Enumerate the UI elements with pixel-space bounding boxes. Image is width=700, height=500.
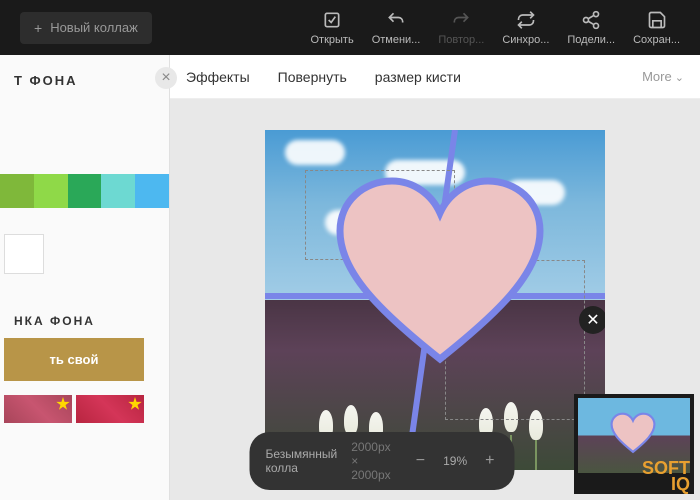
zoom-out-button[interactable]: − [412, 452, 429, 470]
canvas-dimensions: 2000px × 2000px [351, 440, 398, 482]
top-actions-group: Открыть Отмени... Повтор... Синхро... По… [310, 10, 680, 46]
minimap-heart-icon [609, 412, 657, 454]
zoom-level: 19% [443, 454, 467, 468]
save-icon [647, 10, 667, 30]
close-icon: ✕ [586, 310, 599, 330]
new-collage-label: Новый коллаж [50, 20, 138, 35]
close-icon: × [161, 69, 170, 87]
color-swatch[interactable] [0, 174, 34, 208]
color-swatch[interactable] [68, 174, 102, 208]
top-toolbar: + Новый коллаж Открыть Отмени... Повтор.… [0, 0, 700, 55]
share-button[interactable]: Подели... [567, 10, 615, 46]
color-swatch[interactable] [101, 174, 135, 208]
watermark: SOFT IQ [642, 461, 690, 492]
save-button[interactable]: Сохран... [633, 10, 680, 46]
undo-icon [386, 10, 406, 30]
plus-icon: + [34, 20, 42, 36]
open-button[interactable]: Открыть [310, 10, 353, 46]
texture-list [0, 381, 169, 437]
upload-own-button[interactable]: ть свой [4, 338, 144, 381]
color-swatch-white[interactable] [4, 234, 44, 274]
delete-cell-button[interactable]: ✕ [579, 306, 605, 334]
more-dropdown[interactable]: More [642, 69, 684, 84]
color-swatch[interactable] [34, 174, 68, 208]
texture-swatch[interactable] [4, 395, 72, 423]
new-collage-button[interactable]: + Новый коллаж [20, 12, 152, 44]
minimap[interactable]: SOFT IQ [574, 394, 694, 494]
premium-badge-icon [128, 397, 142, 411]
collage-canvas[interactable]: ✕ [265, 130, 605, 470]
texture-swatch[interactable] [76, 395, 144, 423]
color-swatches [0, 168, 169, 214]
rotate-tool[interactable]: Повернуть [278, 69, 347, 85]
main-area: Т ФОНА × НКА ФОНА ть свой Эффекты [0, 55, 700, 500]
sidebar-panel: Т ФОНА × НКА ФОНА ть свой [0, 55, 170, 500]
sync-icon [516, 10, 536, 30]
document-title: Безымянный колла [266, 447, 338, 475]
sync-button[interactable]: Синхро... [502, 10, 549, 46]
sub-toolbar: Эффекты Повернуть размер кисти More [170, 55, 700, 99]
undo-button[interactable]: Отмени... [372, 10, 421, 46]
canvas-viewport[interactable]: ✕ Безымянный колла 2000px × 2000px − 19%… [170, 99, 700, 500]
content-area: Эффекты Повернуть размер кисти More [170, 55, 700, 500]
sidebar-title-background: Т ФОНА [0, 63, 169, 98]
premium-badge-icon [56, 397, 70, 411]
zoom-in-button[interactable]: + [481, 452, 498, 470]
heart-outline [332, 173, 548, 369]
color-swatch[interactable] [135, 174, 169, 208]
close-sidebar-button[interactable]: × [155, 67, 177, 89]
heart-shape-cell[interactable] [340, 181, 540, 361]
sidebar-title-pattern: НКА ФОНА [0, 274, 169, 338]
open-icon [322, 10, 342, 30]
effects-tool[interactable]: Эффекты [186, 69, 250, 85]
share-icon [581, 10, 601, 30]
status-bar: Безымянный колла 2000px × 2000px − 19% + [250, 432, 515, 490]
brush-size-tool[interactable]: размер кисти [375, 69, 461, 85]
redo-button[interactable]: Повтор... [438, 10, 484, 46]
redo-icon [451, 10, 471, 30]
